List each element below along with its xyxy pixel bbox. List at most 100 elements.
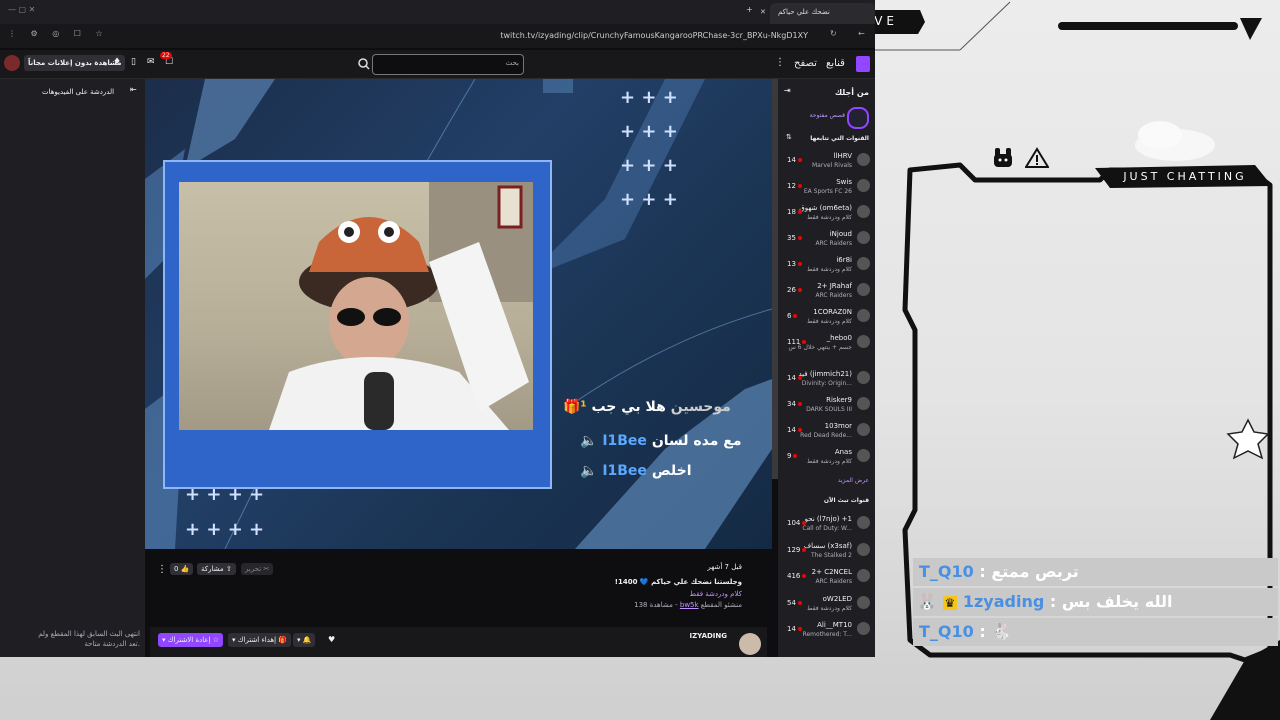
sidebar-channel-item[interactable]: iNjoud ARC Raiders 35 (782, 228, 874, 254)
channel-game: Marvel Rivals (812, 162, 852, 169)
ad-free-button[interactable]: مشاهدة بدون إعلانات مجاناً (24, 55, 126, 71)
video-chat-message: 🔈 I1Bee مع مده لسان (580, 433, 742, 449)
share-button[interactable]: مشاركة ⇧ (197, 563, 236, 575)
resub-button[interactable]: ▾ إعادة الاشتراك ☆ (158, 633, 224, 647)
sidebar-channel-item[interactable]: 1CORAZ0N كلام ودردشة فقط 6 (782, 306, 874, 332)
sidebar-for-you: من أجلك (834, 88, 869, 97)
channel-game: EA Sports FC 26 (803, 188, 852, 195)
sidebar-channel-item[interactable]: i6r8i كلام ودردشة فقط 13 (782, 254, 874, 280)
search-icon[interactable] (356, 55, 372, 73)
sidebar-channel-item[interactable]: _hebo0 جسم + ينتهي خلال 6 س 111 (782, 332, 874, 358)
channel-game: The Stalked 2 (810, 552, 852, 559)
channel-avatar[interactable] (739, 633, 761, 655)
clip-category[interactable]: كلام ودردشة فقط (690, 590, 742, 598)
channel-avatar (857, 179, 870, 192)
browser-tab[interactable]: ✕ نضحك علي حياكم (760, 3, 875, 24)
channel-game: كلام ودردشة فقط (807, 214, 852, 221)
channel-avatar (857, 449, 870, 462)
stories-icon[interactable] (847, 107, 869, 129)
emote-icon: 🐇 (991, 622, 1012, 641)
video-chat-message: 🔈 I1Bee اخلص (580, 463, 692, 479)
back-icon[interactable]: ← (858, 29, 865, 38)
chat-on-videos-label: الدردشة على الفيديوهات (42, 88, 115, 96)
viewer-count: 35 (787, 234, 802, 242)
nav-browse[interactable]: تصفح (794, 58, 817, 69)
browser-nav-icons[interactable]: ⋮ ⚙ ◎ ☐ ☆ (8, 29, 109, 38)
channel-name: 1CORAZ0N (813, 308, 852, 316)
tab-close-icon[interactable]: ✕ (760, 8, 766, 16)
video-player[interactable]: + + + + + + + + + + + + + + + + + + + + … (145, 79, 772, 549)
crown-icon[interactable]: ♦ (113, 57, 121, 67)
more-icon[interactable]: ⋮ (775, 57, 785, 68)
sidebar-channel-item[interactable]: شهوق (om6eta) كلام ودردشة فقط 18 (782, 202, 874, 228)
whispers-icon[interactable]: ✉ (147, 57, 155, 67)
nav-following[interactable]: قنابع (826, 58, 845, 69)
collapse-icon[interactable]: ⇤ (130, 85, 137, 94)
url-field[interactable]: twitch.tv/izyading/clip/CrunchyFamousKan… (96, 28, 808, 44)
channel-avatar (857, 205, 870, 218)
category-label: JUST CHATTING (1123, 170, 1247, 183)
sidebar-channel-item[interactable]: llHRV Marvel Rivals 14 (782, 150, 874, 176)
channel-name[interactable]: IZYADING (689, 632, 727, 640)
channel-name: 2+ C2NCEL (811, 568, 852, 576)
clip-clipper[interactable]: bw5k (680, 601, 699, 609)
sidebar-live-channel-item[interactable]: Ali__MT10 Remothered: T... 14 (782, 619, 874, 645)
sidebar-channel-item[interactable]: Risker9 DARK SOULS III 34 (782, 394, 874, 420)
sidebar-collapse-icon[interactable]: ⇥ (784, 86, 791, 95)
more-options-icon[interactable]: ⋮ (157, 564, 167, 575)
sidebar-live-channel-item[interactable]: 2+ C2NCEL ARC Raiders 416 (782, 566, 874, 592)
sidebar-live-channel-item[interactable]: oW2LED كلام ودردشة فقط 54 (782, 593, 874, 619)
sidebar-channel-item[interactable]: Swis EA Sports FC 26 12 (782, 176, 874, 202)
sort-icon[interactable]: ⇅ (786, 133, 792, 141)
bunny-icon (992, 148, 1014, 168)
channel-game: Remothered: T... (802, 631, 852, 638)
sidebar-channel-item[interactable]: Anas كلام ودردشة فقط 9 (782, 446, 874, 472)
video-chat-user: موحسين (670, 399, 731, 415)
video-chat-user: I1Bee (602, 433, 647, 449)
clip-title: !1400 💙 وجلستنا نضحك علي حياكم (614, 578, 742, 586)
sidebar-channel-item[interactable]: 2+ JRahaf ARC Raiders 26 (782, 280, 874, 306)
sidebar-channel-item[interactable]: 103mor Red Dead Rede... 14 (782, 420, 874, 446)
channel-avatar (857, 153, 870, 166)
new-tab-icon[interactable]: + (746, 5, 753, 14)
gift-badge-icon: 🎁¹ (563, 399, 587, 415)
channel-avatar (857, 516, 870, 529)
channel-game: DARK SOULS III (806, 406, 852, 413)
viewer-count: 104 (787, 519, 807, 527)
like-button[interactable]: 0 👍 (170, 563, 194, 575)
viewer-count: 14 (787, 426, 802, 434)
channel-avatar (857, 283, 870, 296)
share-label: مشاركة (201, 565, 224, 573)
heart-icon[interactable]: ♥ (328, 635, 335, 644)
show-more-link[interactable]: عرض المزيد (838, 477, 869, 484)
edit-button[interactable]: تحرير ✂ (241, 563, 274, 575)
followed-header: القنوات التي تتابعها (810, 135, 869, 142)
clip-time-ago: قبل 7 أشهر (707, 563, 742, 571)
channel-avatar (857, 423, 870, 436)
gift-sub-button[interactable]: ▾ إهداء اشتراك 🎁 (228, 633, 291, 647)
clip-clipped-by: منشئو المقطع (700, 601, 742, 609)
search-input[interactable]: بحث (372, 54, 524, 75)
channel-bar: ♥ ▾ 🔔 ▾ إهداء اشتراك 🎁 ▾ إعادة الاشتراك … (150, 627, 767, 657)
speaker-icon: 🔈 (580, 433, 598, 449)
viewer-count: 6 (787, 312, 798, 320)
bits-icon[interactable]: ▯ (131, 57, 136, 67)
sidebar-live-channel-item[interactable]: نحو (l7njo) +1 Call of Duty: W... 104 (782, 513, 874, 539)
gift-sub-label: إهداء اشتراك (237, 636, 277, 644)
viewer-count: 111 (787, 338, 807, 346)
channel-name: سساف (x3saf) (803, 542, 852, 550)
viewer-count: 12 (787, 182, 802, 190)
stream-ended-text: انتهى البث السابق لهذا المقطع ولم تعد ال… (38, 630, 140, 648)
avatar[interactable] (4, 55, 20, 71)
channel-name: llHRV (833, 152, 852, 160)
sidebar-live-channel-item[interactable]: سساف (x3saf) The Stalked 2 129 (782, 540, 874, 566)
video-chat-text: هلا بي جب (591, 399, 666, 415)
sidebar-channel-item[interactable]: فيد (jimmich21) Divinity: Origin... 14 (782, 368, 874, 394)
twitch-logo-icon[interactable] (856, 56, 870, 72)
channel-name: oW2LED (822, 595, 852, 603)
reload-icon[interactable]: ↻ (830, 29, 837, 38)
notify-button[interactable]: ▾ 🔔 (293, 633, 316, 647)
overlay-chat-message: T_Q10 : 🐇 (913, 618, 1278, 646)
chat-username: T_Q10 (919, 562, 974, 581)
channel-avatar (857, 371, 870, 384)
